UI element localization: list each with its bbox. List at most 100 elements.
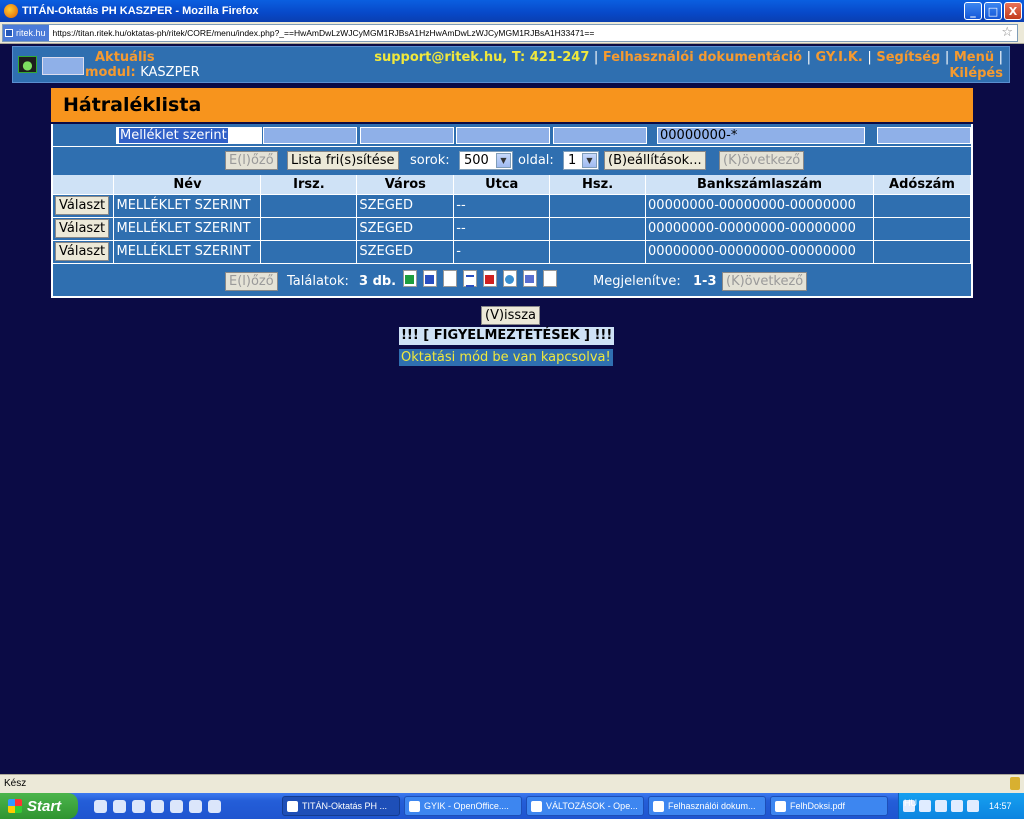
page-content: ● Aktuális modul: KASZPER support@ritek.… bbox=[0, 44, 1024, 774]
firefox-icon bbox=[287, 800, 298, 812]
minimize-button[interactable]: _ bbox=[964, 2, 982, 20]
arrears-panel: Hátraléklista Melléklet szerint 00000000… bbox=[51, 88, 973, 304]
link-logout[interactable]: Kilépés bbox=[949, 66, 1003, 81]
export-excel-icon[interactable] bbox=[403, 270, 417, 287]
link-help[interactable]: Segítség bbox=[876, 50, 940, 65]
warning-message: Oktatási mód be van kapcsolva! bbox=[399, 349, 613, 366]
task-label: FelhDoksi.pdf bbox=[790, 801, 846, 811]
task-firefox[interactable]: TITÁN-Oktatás PH ... bbox=[282, 796, 400, 816]
quicklaunch-icon[interactable] bbox=[94, 799, 107, 813]
cell-house-number bbox=[549, 193, 647, 217]
rows-select-value: 500 bbox=[464, 153, 489, 168]
rows-select[interactable]: 500 ▼ bbox=[459, 151, 513, 170]
footer-prev-button[interactable]: E(l)őző bbox=[225, 272, 278, 291]
language-indicator[interactable]: HU bbox=[904, 798, 917, 808]
taskbar: Start TITÁN-Oktatás PH ... GYIK - OpenOf… bbox=[0, 793, 1024, 819]
task-label: TITÁN-Oktatás PH ... bbox=[302, 801, 388, 811]
task-openoffice-valtozasok[interactable]: VÁLTOZÁSOK - Ope... bbox=[526, 796, 644, 816]
cell-zip bbox=[260, 239, 358, 263]
filter-zip[interactable] bbox=[263, 127, 357, 144]
link-menu[interactable]: Menü bbox=[954, 50, 994, 65]
col-select bbox=[53, 175, 115, 194]
quicklaunch-icon[interactable] bbox=[208, 799, 221, 813]
filter-tax-number[interactable] bbox=[877, 127, 971, 144]
start-button[interactable]: Start bbox=[0, 793, 78, 819]
task-pdf[interactable]: FelhDoksi.pdf bbox=[770, 796, 888, 816]
filter-bank-account[interactable]: 00000000-* bbox=[657, 127, 865, 144]
firefox-icon bbox=[4, 4, 18, 18]
filter-street[interactable] bbox=[456, 127, 550, 144]
site-identity[interactable]: ritek.hu bbox=[3, 24, 49, 41]
col-city[interactable]: Város bbox=[356, 175, 455, 194]
quicklaunch-icon[interactable] bbox=[170, 799, 183, 813]
task-label: VÁLTOZÁSOK - Ope... bbox=[546, 801, 638, 811]
export-word-icon[interactable] bbox=[423, 270, 437, 287]
cell-zip bbox=[260, 193, 358, 217]
quicklaunch-icon[interactable] bbox=[132, 799, 145, 813]
cell-name: MELLÉKLET SZERINT bbox=[113, 239, 262, 263]
support-contact: support@ritek.hu, T: 421-247 bbox=[374, 50, 590, 65]
eye-icon[interactable]: ● bbox=[18, 56, 37, 73]
tray-icon[interactable] bbox=[919, 800, 931, 812]
chevron-down-icon: ▼ bbox=[582, 153, 597, 168]
footer-next-button[interactable]: (K)övetkező bbox=[722, 272, 808, 291]
export-web-icon[interactable] bbox=[503, 270, 517, 287]
next-button[interactable]: (K)övetkező bbox=[719, 151, 805, 170]
export-blank-icon[interactable] bbox=[543, 270, 557, 287]
page-title: Hátraléklista bbox=[51, 88, 973, 124]
table-row: Választ MELLÉKLET SZERINT SZEGED -- 0000… bbox=[53, 193, 971, 217]
select-cell: Választ bbox=[53, 193, 115, 217]
pdf-icon bbox=[775, 800, 786, 812]
page-select[interactable]: 1 ▼ bbox=[563, 151, 599, 170]
link-faq[interactable]: GY.I.K. bbox=[816, 50, 863, 65]
warnings-title: !!! [ FIGYELMEZTETÉSEK ] !!! bbox=[399, 327, 615, 345]
select-button[interactable]: Választ bbox=[55, 196, 110, 215]
cell-city: SZEGED bbox=[356, 239, 455, 263]
module-label-line2: modul: bbox=[85, 65, 136, 80]
cell-tax-number bbox=[873, 216, 971, 240]
export-pdf-icon[interactable] bbox=[483, 270, 497, 287]
module-field[interactable] bbox=[42, 57, 84, 75]
task-openoffice-gyik[interactable]: GYIK - OpenOffice.... bbox=[404, 796, 522, 816]
results-footer: E(l)őző Találatok: 3 db. Megjelenítve: 1… bbox=[53, 263, 971, 296]
col-zip[interactable]: Irsz. bbox=[260, 175, 358, 194]
back-button[interactable]: (V)issza bbox=[481, 306, 540, 325]
task-label: GYIK - OpenOffice.... bbox=[424, 801, 509, 811]
export-document-icon[interactable] bbox=[463, 270, 477, 287]
col-bank-account[interactable]: Bankszámlaszám bbox=[645, 175, 874, 194]
link-user-docs[interactable]: Felhasználói dokumentáció bbox=[603, 50, 802, 65]
tray-icon[interactable] bbox=[967, 800, 979, 812]
clock[interactable]: 14:57 bbox=[989, 801, 1012, 811]
prev-button[interactable]: E(l)őző bbox=[225, 151, 278, 170]
close-button[interactable]: X bbox=[1004, 2, 1022, 20]
filter-name[interactable]: Melléklet szerint bbox=[116, 127, 262, 144]
cell-name: MELLÉKLET SZERINT bbox=[113, 216, 262, 240]
col-name[interactable]: Név bbox=[113, 175, 262, 194]
cell-street: - bbox=[453, 239, 551, 263]
window-titlebar: TITÁN-Oktatás PH KASZPER - Mozilla Firef… bbox=[0, 0, 1024, 22]
col-house-number[interactable]: Hsz. bbox=[549, 175, 647, 194]
maximize-button[interactable]: □ bbox=[984, 2, 1002, 20]
task-user-docs[interactable]: Felhasználói dokum... bbox=[648, 796, 766, 816]
bookmark-star-icon[interactable]: ☆ bbox=[1001, 25, 1017, 40]
settings-button[interactable]: (B)eállítások... bbox=[604, 151, 706, 170]
export-text-icon[interactable] bbox=[443, 270, 457, 287]
url-field[interactable]: ritek.hu https://titan.ritek.hu/oktatas-… bbox=[2, 23, 1018, 42]
cell-city: SZEGED bbox=[356, 193, 455, 217]
col-tax-number[interactable]: Adószám bbox=[873, 175, 971, 194]
filter-house-number[interactable] bbox=[553, 127, 647, 144]
select-button[interactable]: Választ bbox=[55, 242, 110, 262]
quicklaunch-icon[interactable] bbox=[113, 799, 126, 813]
lock-icon[interactable] bbox=[1010, 777, 1020, 790]
refresh-list-button[interactable]: Lista fri(s)sítése bbox=[287, 151, 399, 170]
site-icon bbox=[5, 28, 13, 37]
export-mail-icon[interactable] bbox=[523, 270, 537, 287]
tray-icon[interactable] bbox=[935, 800, 947, 812]
col-street[interactable]: Utca bbox=[453, 175, 551, 194]
tray-icon[interactable] bbox=[951, 800, 963, 812]
results-label: Találatok: bbox=[287, 274, 349, 289]
quicklaunch-icon[interactable] bbox=[189, 799, 202, 813]
select-button[interactable]: Választ bbox=[55, 219, 110, 238]
filter-city[interactable] bbox=[360, 127, 454, 144]
quicklaunch-icon[interactable] bbox=[151, 799, 164, 813]
